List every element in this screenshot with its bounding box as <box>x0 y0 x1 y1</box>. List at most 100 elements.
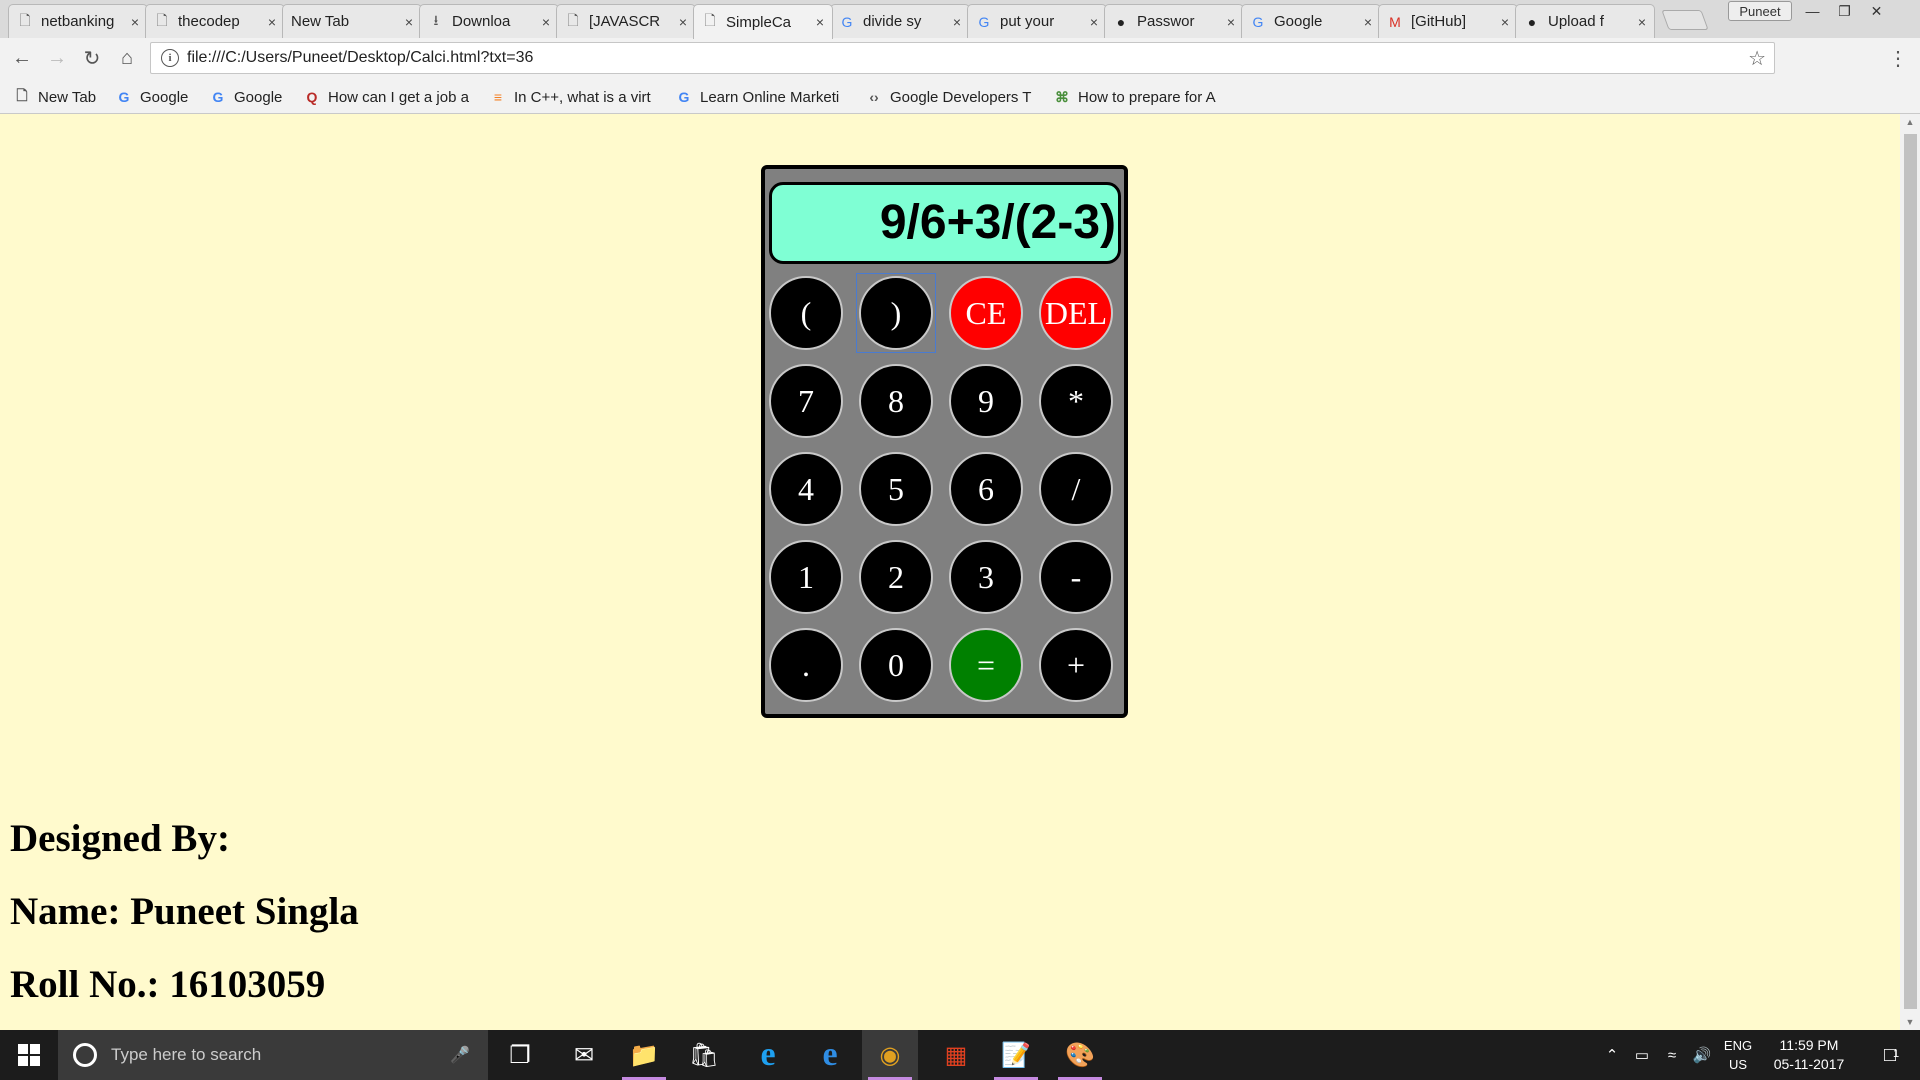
mail-icon[interactable]: ✉ <box>556 1030 612 1080</box>
tab-close-icon[interactable]: × <box>816 14 824 30</box>
tab-title: New Tab <box>291 13 350 30</box>
add-key[interactable]: + <box>1039 628 1113 702</box>
tab-close-icon[interactable]: × <box>131 14 139 30</box>
restore-icon[interactable]: ❐ <box>1830 0 1859 22</box>
paint-icon[interactable]: 🎨 <box>1052 1030 1108 1080</box>
delete-key[interactable]: DEL <box>1039 276 1113 350</box>
digit-1-key[interactable]: 1 <box>769 540 843 614</box>
show-hidden-icons-icon[interactable]: ⌃ <box>1600 1030 1624 1080</box>
gmail-icon: M <box>1389 13 1401 30</box>
digit-9-key[interactable]: 9 <box>949 364 1023 438</box>
store-icon[interactable]: 🛍 <box>676 1030 732 1080</box>
tab-close-icon[interactable]: × <box>679 14 687 30</box>
divide-key[interactable]: / <box>1039 452 1113 526</box>
browser-tab[interactable]: ● Upload f × <box>1515 4 1655 38</box>
bookmark-item[interactable]: ⌘ How to prepare for A <box>1054 86 1229 108</box>
bookmark-item[interactable]: 🗋 New Tab <box>14 86 104 108</box>
browser-tab[interactable]: G Google × <box>1241 4 1381 38</box>
bookmark-item[interactable]: ‹› Google Developers T <box>866 86 1048 108</box>
browser-tab[interactable]: M [GitHub] × <box>1378 4 1518 38</box>
browser-tab[interactable]: Gput your × <box>967 4 1107 38</box>
task-view-icon[interactable]: ❐ <box>492 1030 548 1080</box>
github-icon: ● <box>1116 13 1126 30</box>
bookmark-star-icon[interactable]: ☆ <box>1748 46 1766 71</box>
browser-tab[interactable]: Gdivide sy × <box>830 4 970 38</box>
language-indicator[interactable]: ENG US <box>1718 1036 1758 1074</box>
reload-icon[interactable]: ↻ <box>78 44 106 72</box>
subtract-key[interactable]: - <box>1039 540 1113 614</box>
address-bar[interactable]: i file:///C:/Users/Puneet/Desktop/Calci.… <box>150 42 1775 74</box>
scrollbar-thumb[interactable] <box>1904 134 1917 1009</box>
scroll-down-icon[interactable]: ▼ <box>1900 1014 1920 1030</box>
vertical-scrollbar[interactable]: ▲ ▼ <box>1900 114 1920 1030</box>
digit-6-key[interactable]: 6 <box>949 452 1023 526</box>
bookmark-item[interactable]: Q How can I get a job a <box>304 86 484 108</box>
calculator-display[interactable]: 9/6+3/(2-3) <box>769 182 1121 264</box>
clock[interactable]: 11:59 PM 05-11-2017 <box>1762 1036 1856 1074</box>
new-tab-button[interactable] <box>1661 10 1709 30</box>
windows-start-button[interactable] <box>0 1030 58 1080</box>
info-icon[interactable]: i <box>161 49 179 67</box>
file-explorer-icon[interactable]: 📁 <box>616 1030 672 1080</box>
bookmark-item[interactable]: G Learn Online Marketi <box>676 86 860 108</box>
wifi-icon[interactable]: ≈ <box>1658 1030 1686 1080</box>
bookmark-item[interactable]: G Google <box>116 86 204 108</box>
open-paren-key[interactable]: ( <box>769 276 843 350</box>
bookmark-item[interactable]: G Google <box>210 86 298 108</box>
notepad-icon[interactable]: 📝 <box>988 1030 1044 1080</box>
back-icon[interactable]: ← <box>8 44 36 72</box>
search-placeholder[interactable]: Type here to search <box>111 1045 450 1065</box>
digit-3-key[interactable]: 3 <box>949 540 1023 614</box>
bookmark-item[interactable]: ≡ In C++, what is a virt <box>490 86 670 108</box>
digit-5-key[interactable]: 5 <box>859 452 933 526</box>
clear-entry-key[interactable]: CE <box>949 276 1023 350</box>
internet-explorer-icon[interactable]: e <box>740 1030 796 1080</box>
close-window-icon[interactable]: ✕ <box>1862 0 1891 22</box>
taskbar-search[interactable]: Type here to search 🎤 <box>58 1030 488 1080</box>
microphone-icon[interactable]: 🎤 <box>450 1045 470 1065</box>
digit-4-key[interactable]: 4 <box>769 452 843 526</box>
action-center-icon[interactable]: □ 1 <box>1866 1030 1914 1080</box>
browser-tab[interactable]: New Tab × <box>282 4 422 38</box>
url-text[interactable]: file:///C:/Users/Puneet/Desktop/Calci.ht… <box>187 49 1748 67</box>
forward-icon[interactable]: → <box>43 44 71 72</box>
browser-tab[interactable]: 🗋 [JAVASCR × <box>556 4 696 38</box>
home-icon[interactable]: ⌂ <box>113 44 141 72</box>
battery-icon[interactable]: ▭ <box>1628 1030 1656 1080</box>
tab-close-icon[interactable]: × <box>542 14 550 30</box>
cortana-icon[interactable] <box>73 1043 97 1067</box>
office-icon[interactable]: ▦ <box>928 1030 984 1080</box>
minimize-icon[interactable]: — <box>1798 0 1827 22</box>
close-paren-key[interactable]: ) <box>859 276 933 350</box>
bookmark-label: New Tab <box>38 88 97 106</box>
scroll-up-icon[interactable]: ▲ <box>1900 114 1920 130</box>
browser-menu-icon[interactable]: ⋮ <box>1886 44 1910 72</box>
tab-close-icon[interactable]: × <box>405 14 413 30</box>
chrome-icon[interactable]: ◉ <box>862 1030 918 1080</box>
edge-icon[interactable]: e <box>802 1030 858 1080</box>
multiply-key[interactable]: * <box>1039 364 1113 438</box>
decimal-key[interactable]: . <box>769 628 843 702</box>
browser-tab[interactable]: 🗋 thecodep × <box>145 4 285 38</box>
tab-close-icon[interactable]: × <box>953 14 961 30</box>
browser-tab[interactable]: ⭳ Downloa × <box>419 4 559 38</box>
equals-key[interactable]: = <box>949 628 1023 702</box>
tab-close-icon[interactable]: × <box>1638 14 1646 30</box>
browser-tab[interactable]: 🗋 SimpleCa × <box>693 4 833 39</box>
tab-close-icon[interactable]: × <box>268 14 276 30</box>
digit-2-key[interactable]: 2 <box>859 540 933 614</box>
tab-close-icon[interactable]: × <box>1227 14 1235 30</box>
tab-close-icon[interactable]: × <box>1364 14 1372 30</box>
digit-0-key[interactable]: 0 <box>859 628 933 702</box>
browser-tab[interactable]: ● Passwor × <box>1104 4 1244 38</box>
tab-close-icon[interactable]: × <box>1090 14 1098 30</box>
profile-button[interactable]: Puneet <box>1728 1 1792 21</box>
browser-tab[interactable]: 🗋 netbanking × <box>8 4 148 38</box>
bookmark-label: Learn Online Marketi <box>700 88 840 106</box>
google-icon: G <box>841 13 853 30</box>
digit-8-key[interactable]: 8 <box>859 364 933 438</box>
google-icon: G <box>678 89 690 105</box>
digit-7-key[interactable]: 7 <box>769 364 843 438</box>
tab-close-icon[interactable]: × <box>1501 14 1509 30</box>
volume-icon[interactable]: 🔊 <box>1688 1030 1716 1080</box>
